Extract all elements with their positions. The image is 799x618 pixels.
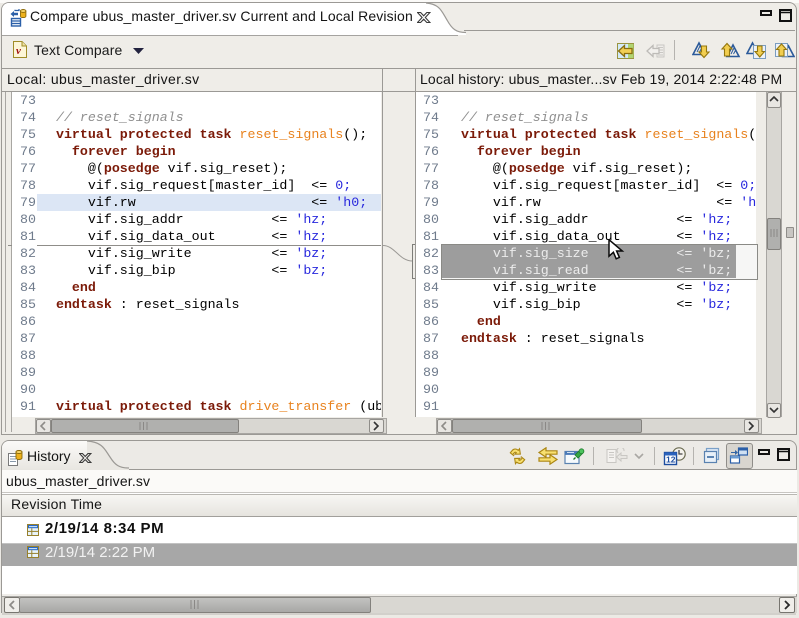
svg-text:v: v: [16, 45, 21, 57]
svg-text:12: 12: [666, 455, 676, 465]
